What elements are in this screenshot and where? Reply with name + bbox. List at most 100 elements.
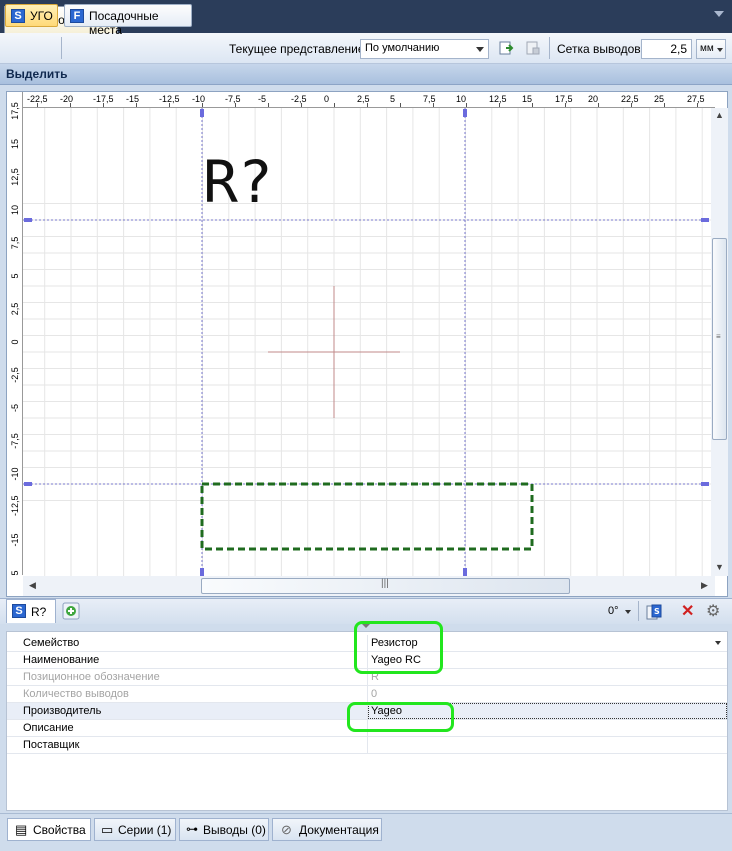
ruler-tick-mark (433, 103, 434, 107)
footprints-button-label: Посадочные места (89, 9, 159, 37)
scroll-up-icon[interactable]: ▲ (715, 110, 724, 120)
ruler-tick-mark (103, 103, 104, 107)
ruler-tick-label: 10 (10, 205, 20, 216)
highlight-family-name (354, 621, 443, 674)
ruler-tick-mark (367, 103, 368, 107)
ruler-tick-mark (136, 103, 137, 107)
guide-handle (701, 482, 709, 486)
chevron-down-icon (717, 48, 723, 52)
ruler-tick-label: 20 (588, 94, 599, 104)
component-tab-label: R? (31, 605, 47, 619)
property-row[interactable]: Поставщик (7, 737, 727, 754)
designator-text: R? (203, 148, 273, 216)
pin-grid-value: 2,5 (670, 42, 687, 56)
property-divider (367, 737, 368, 754)
gear-icon[interactable]: ⚙ (706, 601, 720, 621)
toolbar-separator (61, 37, 62, 59)
ruler-tick-label: -12,5 (10, 495, 20, 516)
highlight-manufacturer (347, 702, 454, 732)
ruler-tick-label: -2,5 (291, 94, 307, 104)
tab-documentation[interactable]: ⊘ Документация (272, 818, 382, 841)
ruler-tick-mark (301, 103, 302, 107)
property-name: Поставщик (23, 739, 80, 751)
ruler-tick-mark (334, 103, 335, 107)
chevron-down-icon[interactable] (715, 641, 721, 645)
svg-text:S: S (654, 607, 660, 616)
ruler-tick-label: -20 (60, 94, 74, 104)
ruler-tick-mark (565, 103, 566, 107)
ruler-tick-mark (169, 103, 170, 107)
ruler-tick-label: 27,5 (687, 94, 705, 104)
ruler-tick-mark (202, 103, 203, 107)
horizontal-ruler: mm -22,5-20-17,5-15-12,5-10-7,5-5-2,502,… (7, 92, 715, 108)
unit-value: мм (700, 43, 714, 54)
copy-symbol-icon[interactable]: S (645, 603, 663, 621)
ruler-tick-label: -15 (126, 94, 140, 104)
chip-icon: ▭ (101, 822, 114, 837)
ruler-tick-label: 2,5 (10, 302, 20, 316)
ruler-tick-mark (598, 103, 599, 107)
vertical-scrollbar[interactable]: ▲ ≡ ▼ (711, 108, 728, 576)
ruler-tick-label: -5 (258, 94, 267, 104)
ruler-tick-mark (235, 103, 236, 107)
footprints-button[interactable]: F Посадочные места (64, 4, 192, 37)
paperclip-icon: ⊘ (281, 822, 292, 837)
ruler-tick-label: 5 (10, 570, 20, 576)
tab-list-dropdown-icon[interactable] (714, 11, 724, 17)
ruler-tick-label: -5 (10, 404, 20, 413)
property-name: Описание (23, 722, 74, 734)
guide-handle (463, 568, 467, 576)
tab-pins[interactable]: ⊶ Выводы (0) (179, 818, 269, 841)
canvas-grid (23, 108, 711, 576)
property-name: Наименование (23, 654, 100, 666)
apply-view-icon[interactable] (499, 40, 515, 56)
ruler-tick-mark (664, 103, 665, 107)
ruler-tick-label: 15 (522, 94, 533, 104)
chevron-down-icon (476, 47, 484, 52)
properties-icon: ▤ (15, 822, 28, 837)
scroll-down-icon[interactable]: ▼ (715, 562, 724, 572)
scroll-right-icon[interactable]: ▶ (701, 580, 708, 591)
ruler-tick-mark (268, 103, 269, 107)
ruler-tick-mark (37, 103, 38, 107)
ugo-button-label: УГО (30, 9, 53, 23)
guide-handle (701, 218, 709, 222)
guide-handle (24, 482, 32, 486)
tab-documentation-label: Документация (299, 823, 379, 837)
ruler-tick-label: 10 (456, 94, 467, 104)
property-row[interactable]: Количество выводов 0 (7, 686, 727, 703)
canvas-drawing[interactable]: R? (7, 92, 727, 596)
scroll-left-icon[interactable]: ◀ (29, 580, 36, 591)
delete-icon[interactable]: ✕ (681, 601, 694, 621)
ruler-tick-label: -7,5 (225, 94, 241, 104)
rotation-select[interactable]: 0° (606, 601, 632, 621)
pin-icon: ⊶ (186, 822, 198, 836)
grip-icon: ||| (381, 578, 389, 589)
current-view-select[interactable]: По умолчанию (360, 39, 489, 59)
symbol-canvas[interactable]: R? mm -22,5-20-17,5-15-12,5-10-7,5-5-2,5… (6, 91, 728, 597)
tab-series-label: Серии (1) (118, 823, 172, 837)
tab-properties[interactable]: ▤ Свойства (7, 818, 91, 841)
guide-handle (200, 568, 204, 576)
ruler-tick-label: 12,5 (489, 94, 507, 104)
tab-series[interactable]: ▭ Серии (1) (94, 818, 176, 841)
mode-title: Выделить (6, 67, 68, 81)
symbol-outline-rect (200, 482, 534, 551)
horizontal-scrollbar[interactable]: ◀ ||| ▶ (23, 576, 715, 596)
unit-select[interactable]: мм (696, 39, 726, 59)
ruler-tick-label: 5 (390, 94, 396, 104)
component-tab[interactable]: S R? (6, 599, 56, 623)
edit-view-icon[interactable] (525, 40, 541, 56)
ruler-tick-label: -10 (192, 94, 206, 104)
property-divider (367, 686, 368, 703)
vertical-ruler: 17,5 15 12,5 10 7,5 5 2,5 0 -2,5 -5 -7,5 -10 -12,5 -1… (7, 92, 23, 576)
property-value[interactable]: 0 (371, 688, 377, 700)
pin-grid-input[interactable]: 2,5 (641, 39, 692, 59)
ugo-button[interactable]: S УГО (5, 4, 58, 27)
ruler-tick-label: 7,5 (10, 236, 20, 250)
rotation-value: 0° (608, 605, 619, 617)
property-name: Семейство (23, 637, 80, 649)
add-part-icon[interactable] (62, 602, 80, 620)
ruler-tick-mark (499, 103, 500, 107)
ruler-tick-label: 15 (10, 139, 20, 150)
